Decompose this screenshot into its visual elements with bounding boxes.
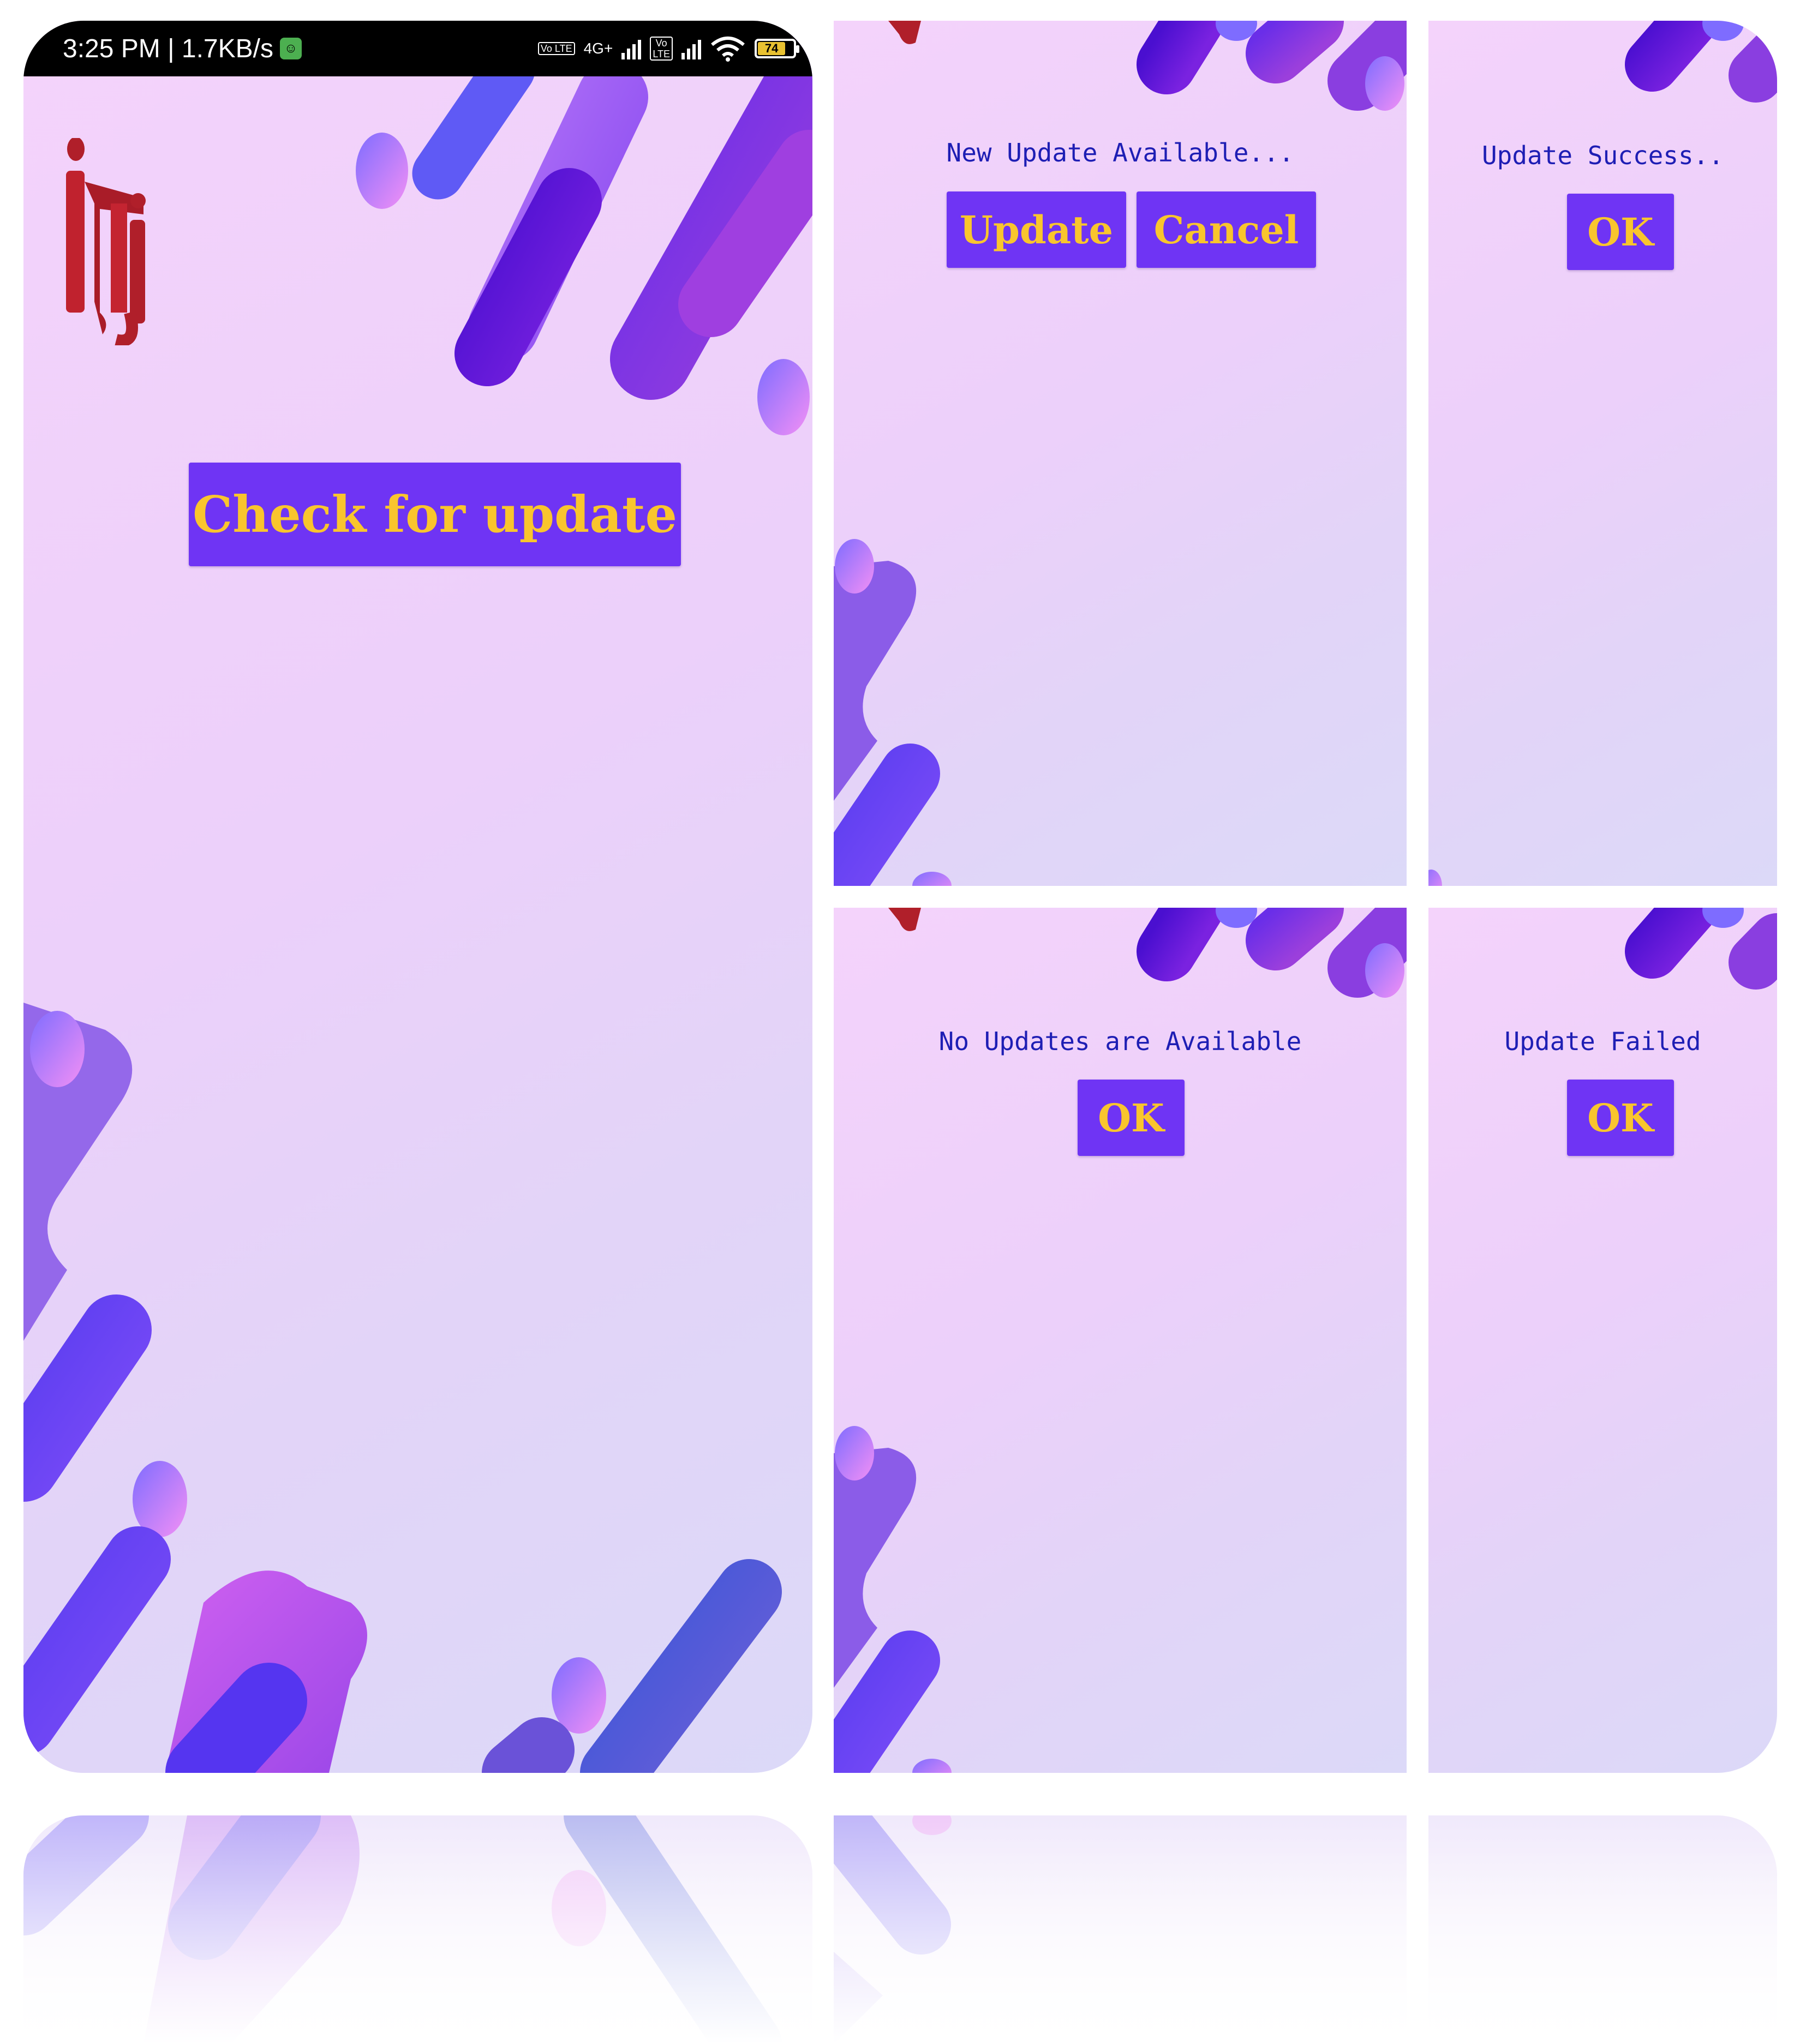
wifi-icon (711, 37, 745, 62)
cancel-button[interactable]: Cancel (1137, 191, 1316, 268)
update-available-message: New Update Available... (946, 138, 1294, 167)
app-notification-icon: ☺ (280, 38, 302, 59)
no-updates-screen: No Updates are Available OK (834, 908, 1407, 1773)
update-available-screen: New Update Available... Update Cancel (834, 21, 1407, 886)
network-type-label: 4G+ (583, 40, 613, 57)
iti-logo (66, 138, 146, 345)
main-screen: 3:25 PM | 1.7KB/s ☺ Vo LTE 4G+ Vo LTE 74 … (23, 21, 812, 1773)
status-bar: 3:25 PM | 1.7KB/s ☺ Vo LTE 4G+ Vo LTE 74 (23, 21, 812, 76)
main-screen-reflection (23, 1815, 812, 2044)
ok-button[interactable]: OK (1078, 1080, 1185, 1156)
update-success-message: Update Success.. (1481, 141, 1724, 170)
no-updates-reflection (834, 1815, 1407, 2044)
volte-icon: Vo LTE (537, 42, 575, 55)
ok-button[interactable]: OK (1567, 194, 1674, 270)
failed-reflection (1428, 1815, 1777, 2044)
signal-icon (621, 38, 642, 59)
no-updates-message: No Updates are Available (938, 1027, 1302, 1056)
update-button[interactable]: Update (947, 191, 1126, 268)
ok-button[interactable]: OK (1567, 1080, 1674, 1156)
update-failed-screen: Update Failed OK (1428, 908, 1777, 1773)
volte-icon-2: Vo LTE (650, 37, 673, 61)
status-time-speed: 3:25 PM | 1.7KB/s (63, 34, 273, 63)
update-success-screen: Update Success.. OK (1428, 21, 1777, 886)
status-icons: Vo LTE 4G+ Vo LTE 74 (537, 21, 799, 76)
battery-icon: 74 (755, 39, 799, 58)
check-for-update-button[interactable]: Check for update (189, 463, 681, 566)
update-failed-message: Update Failed (1504, 1027, 1701, 1056)
signal-icon-2 (681, 38, 701, 59)
